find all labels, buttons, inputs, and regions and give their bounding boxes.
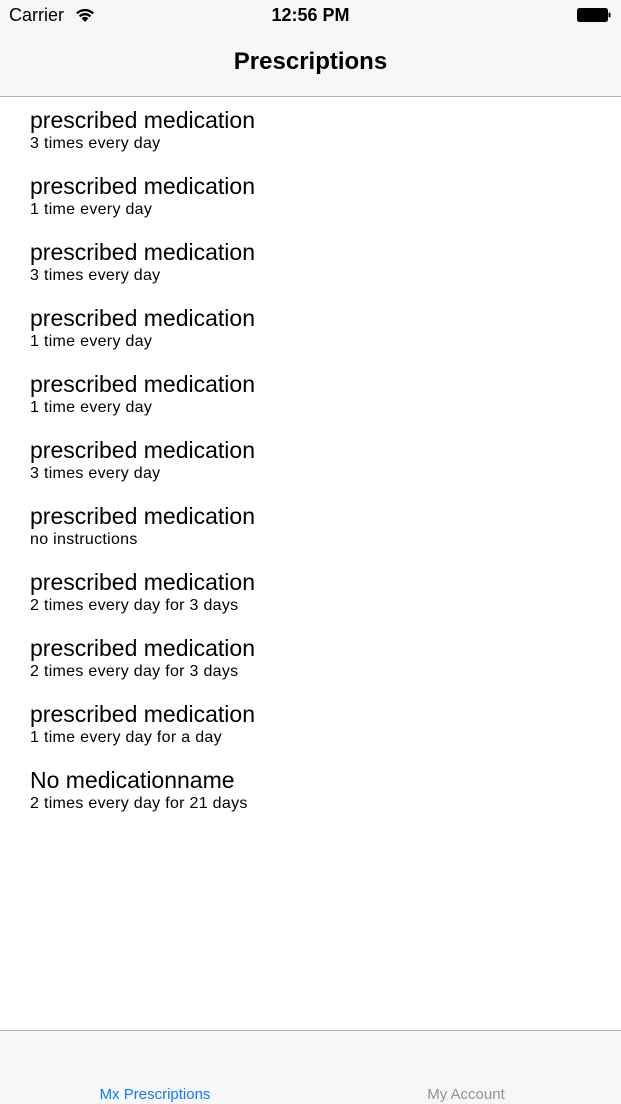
tab-label: My Account [427,1086,505,1103]
medication-instructions: 1 time every day for a day [30,729,222,746]
list-item[interactable]: prescribed medication 1 time every day [0,361,621,427]
medication-name: prescribed medication [30,107,256,133]
list-item[interactable]: prescribed medication 2 times every day f… [0,559,621,625]
prescription-list[interactable]: prescribed medication 3 times every day pr… [0,97,621,823]
medication-instructions: 2 times every day for 3 days [30,597,239,614]
list-item[interactable]: prescribed medication 1 time every day [0,295,621,361]
status-bar: Carrier 12:56 PM [0,0,621,32]
medication-name: prescribed medication [30,569,256,595]
navigation-bar: Carrier 12:56 PM Prescriptions [0,0,621,97]
medication-name: prescribed medication [30,371,256,397]
medication-name: prescribed medication [30,503,256,529]
medication-name: prescribed medication [30,305,256,331]
medication-instructions: 2 times every day for 21 days [30,795,248,812]
tab-label: Mx Prescriptions [99,1086,211,1103]
medication-name: prescribed medication [30,635,256,661]
medication-name: No medicationname [30,767,235,793]
battery-icon [577,8,611,22]
page-title: Prescriptions [233,48,388,75]
medication-instructions: 3 times every day [30,135,161,152]
list-item[interactable]: prescribed medication 3 times every day [0,229,621,295]
medication-instructions: 1 time every day [30,201,153,218]
medication-name: prescribed medication [30,437,256,463]
tab-bar: Mx Prescriptions My Account [0,1030,621,1104]
list-item[interactable]: prescribed medication 2 times every day f… [0,625,621,691]
medication-instructions: no instructions [30,531,138,548]
medication-name: prescribed medication [30,239,256,265]
medication-instructions: 2 times every day for 3 days [30,663,239,680]
status-time: 12:56 PM [271,5,350,25]
list-item[interactable]: prescribed medication 3 times every day [0,97,621,163]
medication-instructions: 3 times every day [30,465,161,482]
screen: Carrier 12:56 PM Prescriptions prescribe… [0,0,621,1104]
medication-instructions: 1 time every day [30,333,153,350]
medication-name: prescribed medication [30,173,256,199]
list-item[interactable]: prescribed medication 1 time every day [0,163,621,229]
list-item[interactable]: prescribed medication 3 times every day [0,427,621,493]
medication-instructions: 3 times every day [30,267,161,284]
tab-my-account[interactable]: My Account [311,1031,621,1104]
tab-mx-prescriptions[interactable]: Mx Prescriptions [0,1031,310,1104]
medication-name: prescribed medication [30,701,256,727]
medication-instructions: 1 time every day [30,399,153,416]
list-item[interactable]: prescribed medication 1 time every day fo… [0,691,621,757]
list-item[interactable]: prescribed medication no instructions [0,493,621,559]
list-item[interactable]: No medicationname 2 times every day for 2… [0,757,621,823]
